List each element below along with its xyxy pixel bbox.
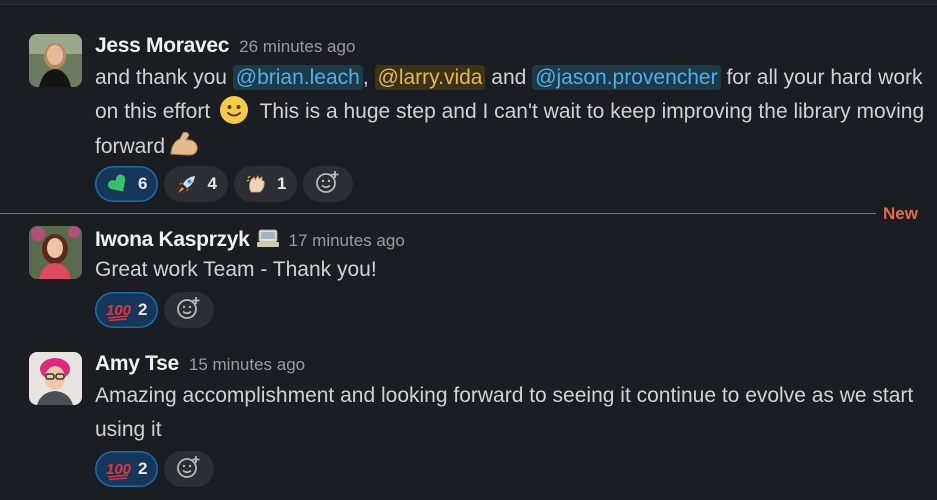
message-jess-moravec[interactable]: Jess Moravec 26 minutes ago and thank yo… (0, 0, 937, 205)
reaction-count: 2 (138, 459, 148, 478)
reaction-rocket[interactable]: 4 (164, 166, 228, 202)
mention-jason-provencher[interactable]: @jason.provencher (532, 65, 721, 90)
avatar[interactable] (29, 352, 82, 405)
reactions: 100 2 (95, 292, 215, 328)
clapping-hands-icon (245, 172, 269, 196)
message-header: Jess Moravec 26 minutes ago (95, 34, 355, 60)
reaction-count: 1 (276, 174, 287, 193)
reaction-count: 4 (207, 174, 217, 193)
message-text: Amazing accomplishment and looking forwa… (95, 384, 914, 441)
hundred-points-icon: 100 (106, 457, 132, 481)
reaction-count: 2 (138, 300, 148, 319)
reactions: 100 2 (95, 451, 215, 487)
mention-larry-vida[interactable]: @larry.vida (374, 65, 486, 90)
add-reaction-button[interactable] (303, 166, 354, 202)
reaction-hundred-points[interactable]: 100 2 (95, 451, 159, 487)
message-amy-tse[interactable]: Amy Tse 15 minutes ago Amazing accomplis… (0, 346, 937, 500)
timestamp[interactable]: 15 minutes ago (189, 355, 305, 375)
add-reaction-icon (176, 295, 202, 326)
author-name[interactable]: Iwona Kasprzyk (95, 228, 250, 252)
green-heart-icon (106, 172, 130, 196)
message-header: Iwona Kasprzyk 17 minutes ago (95, 226, 405, 252)
message-text: and thank you @brian.leach, @larry.vida … (95, 65, 925, 160)
rocket-icon (175, 172, 199, 196)
author-name[interactable]: Amy Tse (95, 352, 179, 376)
message-header: Amy Tse 15 minutes ago (95, 352, 305, 378)
reaction-green-heart[interactable]: 6 (95, 166, 159, 202)
timestamp[interactable]: 17 minutes ago (289, 231, 405, 251)
author-name[interactable]: Jess Moravec (95, 34, 229, 58)
new-messages-divider (0, 213, 876, 214)
timestamp[interactable]: 26 minutes ago (239, 37, 355, 57)
reaction-hundred-points[interactable]: 100 2 (95, 292, 159, 328)
computer-status-icon[interactable] (256, 228, 279, 248)
reaction-count: 6 (138, 174, 148, 193)
add-reaction-icon (315, 169, 341, 200)
avatar[interactable] (29, 226, 82, 279)
avatar[interactable] (29, 34, 82, 87)
slightly-smiling-face-emoji (219, 95, 251, 127)
reactions: 6 4 1 (95, 166, 354, 202)
flexed-biceps-emoji (168, 128, 200, 160)
message-iwona-kasprzyk[interactable]: Iwona Kasprzyk 17 minutes ago Great work… (0, 220, 937, 332)
add-reaction-icon (176, 454, 202, 485)
add-reaction-button[interactable] (164, 292, 215, 328)
hundred-points-icon: 100 (106, 298, 132, 322)
add-reaction-button[interactable] (164, 451, 215, 487)
message-text: Great work Team - Thank you! (95, 258, 377, 281)
mention-brian-leach[interactable]: @brian.leach (232, 65, 363, 90)
reaction-clapping-hands[interactable]: 1 (233, 166, 298, 202)
